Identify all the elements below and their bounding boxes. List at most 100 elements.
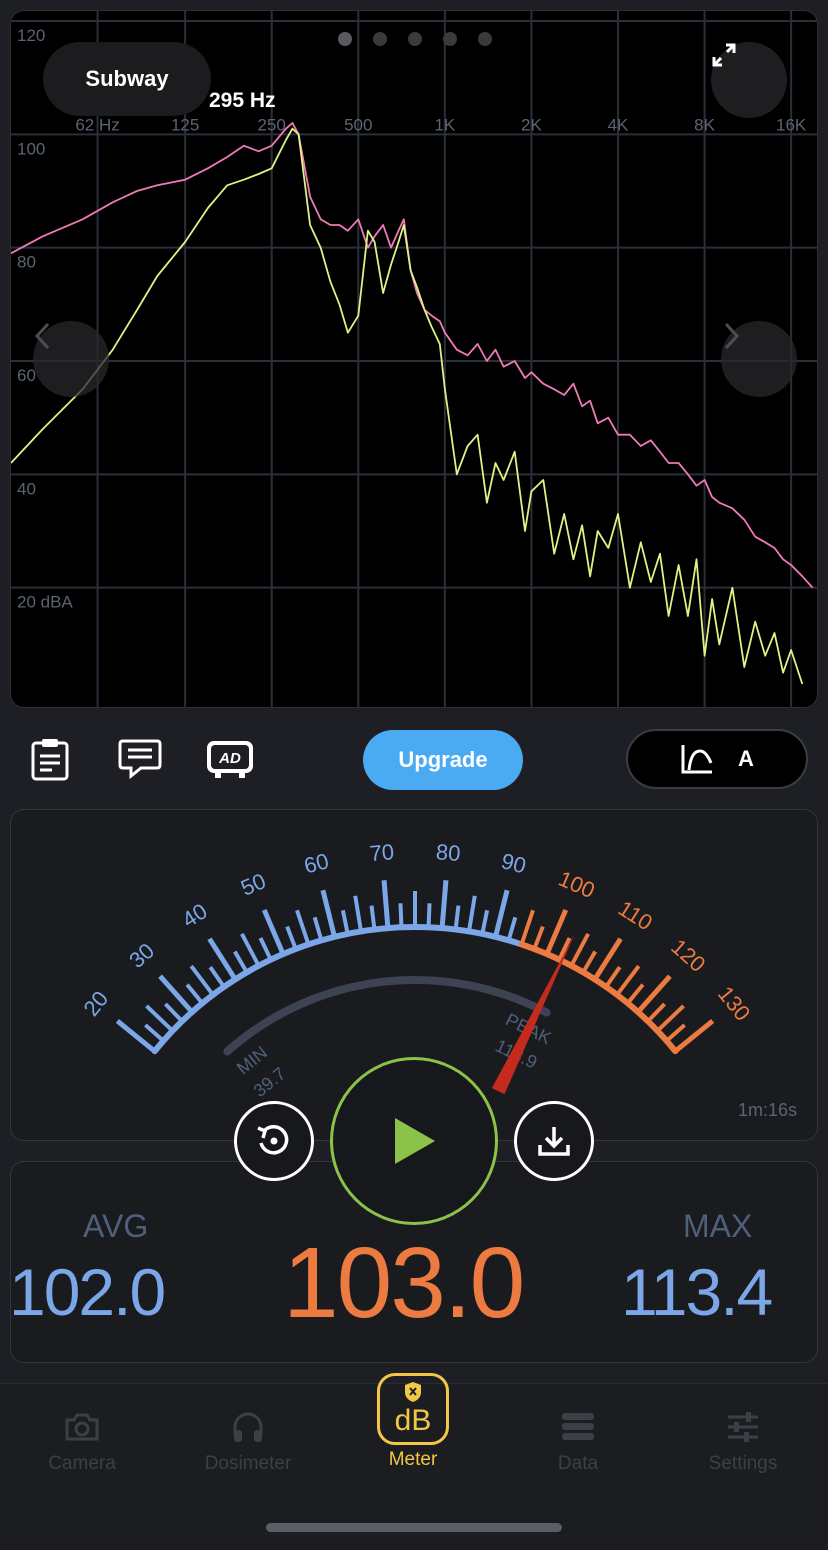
gauge-scale-label: 60 <box>301 848 331 878</box>
tab-settings[interactable]: Settings <box>663 1383 823 1493</box>
gauge-tick <box>233 950 249 974</box>
expand-icon <box>712 43 736 67</box>
gauge-tick <box>532 925 545 950</box>
tab-dosimeter[interactable]: Dosimeter <box>168 1383 328 1493</box>
gauge-tick <box>493 889 510 938</box>
home-indicator[interactable] <box>266 1523 562 1532</box>
x-tick-label: 1K <box>434 115 455 134</box>
gauge-tick <box>581 950 597 974</box>
x-tick-label: 125 <box>171 115 199 134</box>
gauge-tick <box>604 965 622 988</box>
weighting-toggle[interactable]: A <box>626 729 808 789</box>
gauge-scale-label: 90 <box>499 848 529 878</box>
tab-camera[interactable]: Camera <box>2 1383 162 1493</box>
report-button[interactable] <box>25 734 75 784</box>
gauge-tick <box>665 1023 686 1043</box>
gauge-scale-label: 130 <box>713 981 756 1025</box>
gauge-needle <box>491 933 575 1095</box>
gauge-tick <box>258 937 273 961</box>
page-dot[interactable] <box>373 32 387 46</box>
reset-icon <box>257 1125 289 1155</box>
notes-button[interactable] <box>115 734 165 784</box>
gauge-scale-label: 70 <box>369 839 395 866</box>
gauge-scale-label: 120 <box>666 934 710 977</box>
gauge-tick <box>353 895 363 932</box>
gauge-tick <box>285 925 298 950</box>
x-tick-label: 250 <box>258 115 286 134</box>
gauge-tick <box>615 964 641 996</box>
gauge-tick <box>506 916 518 941</box>
tab-camera-label: Camera <box>48 1453 116 1474</box>
weighting-label: A <box>738 746 754 771</box>
max-label: MAX <box>683 1208 753 1244</box>
gauge-scale-label: 80 <box>435 839 461 866</box>
y-tick-label: 20 dBA <box>17 593 73 612</box>
db-glyph: dB <box>394 1404 432 1437</box>
gauge-tick <box>398 903 404 928</box>
y-tick-label: 120 <box>17 26 45 45</box>
gauge-tick <box>312 916 324 941</box>
peak-frequency-label: 295 Hz <box>209 89 276 112</box>
gauge-tick <box>144 1023 165 1043</box>
gauge-tick <box>185 983 204 1005</box>
camera-icon <box>65 1413 99 1441</box>
page-dot[interactable] <box>443 32 457 46</box>
tab-data-label: Data <box>557 1453 599 1474</box>
database-icon <box>562 1413 594 1440</box>
tab-meter-label: Meter <box>388 1449 438 1470</box>
gauge-tick <box>369 905 377 930</box>
gauge-tick <box>208 965 226 988</box>
reset-button[interactable] <box>234 1101 314 1181</box>
x-tick-label: 4K <box>608 115 629 134</box>
tab-dosimeter-label: Dosimeter <box>204 1453 292 1474</box>
page-dot[interactable] <box>408 32 422 46</box>
y-tick-label: 100 <box>17 139 45 158</box>
download-icon <box>538 1127 570 1156</box>
x-tick-label: 8K <box>694 115 715 134</box>
remove-ads-button[interactable]: AD <box>204 734 256 784</box>
max-value: 113.4 <box>621 1255 773 1329</box>
current-level-value: 103.0 <box>283 1227 525 1339</box>
tab-data[interactable]: Data <box>498 1383 658 1493</box>
location-label[interactable]: Subway <box>43 42 211 116</box>
gauge-tick <box>439 880 449 929</box>
gauge-tick <box>163 1002 184 1023</box>
save-button[interactable] <box>514 1101 594 1181</box>
gauge-tick <box>626 983 645 1005</box>
gauge-tick <box>569 932 590 967</box>
chevron-left-icon <box>34 322 50 350</box>
upgrade-button[interactable]: Upgrade <box>363 730 523 790</box>
page-dot[interactable] <box>478 32 492 46</box>
gauge-scale-label: 20 <box>78 986 113 1021</box>
gauge-tick <box>636 974 672 1014</box>
gauge-tick <box>158 974 194 1014</box>
previous-button[interactable] <box>33 321 109 397</box>
gauge-tick <box>340 909 350 935</box>
gauge-scale-label: 30 <box>124 938 159 973</box>
page-dot[interactable] <box>338 32 352 46</box>
curve-icon <box>681 745 713 774</box>
db-meter-icon: dB <box>377 1373 449 1445</box>
elapsed-time: 1m:16s <box>737 1100 797 1120</box>
x-tick-label: 2K <box>521 115 542 134</box>
gauge-tick <box>295 909 311 946</box>
spectrum-chart[interactable]: 120 100 80 60 40 20 dBA 62 Hz 125 250 500 1K 2K 4K 8K… <box>10 10 818 708</box>
gauge-scale-label: 100 <box>555 866 599 903</box>
x-tick-label: 62 Hz <box>75 115 119 134</box>
avg-value: 102.0 <box>9 1255 166 1329</box>
x-tick-label: 16K <box>776 115 807 134</box>
headphones-icon <box>233 1412 263 1442</box>
svg-text:AD: AD <box>218 750 241 767</box>
play-button[interactable] <box>330 1057 498 1225</box>
next-button[interactable] <box>721 321 797 397</box>
live-spectrum-line <box>11 127 804 685</box>
gauge-scale-label: 110 <box>614 895 657 935</box>
gauge-tick <box>320 889 337 938</box>
message-icon <box>118 739 162 780</box>
y-tick-label: 40 <box>17 479 36 498</box>
y-tick-label: 80 <box>17 253 36 272</box>
y-tick-label: 60 <box>17 366 36 385</box>
tab-meter[interactable]: dB Meter <box>333 1373 493 1493</box>
chevron-right-icon <box>724 322 740 350</box>
fullscreen-button[interactable] <box>711 42 787 118</box>
